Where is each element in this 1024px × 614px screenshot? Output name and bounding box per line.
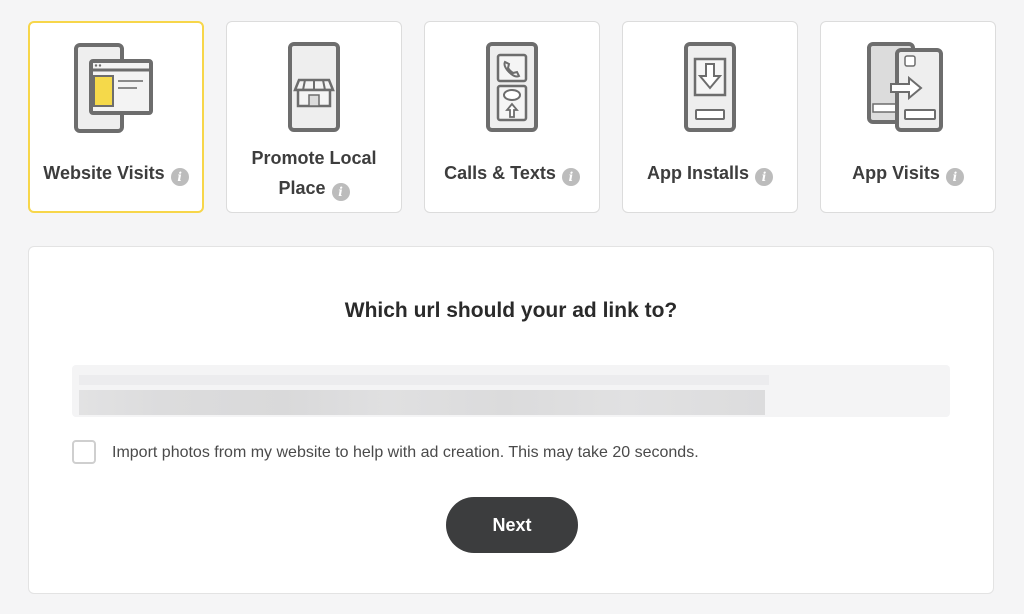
- url-question: Which url should your ad link to?: [344, 299, 678, 322]
- objective-label: Promote Local Place: [251, 148, 377, 198]
- objective-label: Calls & Texts: [444, 163, 556, 183]
- app-visits-icon: [821, 42, 995, 134]
- website-visits-icon: [30, 43, 202, 135]
- info-icon[interactable]: i: [170, 168, 189, 186]
- info-icon[interactable]: i: [945, 168, 964, 186]
- url-panel: Which url should your ad link to? Import…: [28, 246, 994, 594]
- url-redacted-text: [79, 390, 765, 415]
- info-icon[interactable]: i: [331, 183, 350, 201]
- import-photos-label: Import photos from my website to help wi…: [112, 444, 699, 461]
- objective-label: Website Visits: [43, 163, 165, 183]
- objective-card-app-installs[interactable]: App Installs i: [622, 21, 798, 213]
- next-button[interactable]: Next: [446, 497, 578, 553]
- calls-texts-icon: [425, 42, 599, 134]
- info-icon[interactable]: i: [561, 168, 580, 186]
- objective-card-website-visits[interactable]: Website Visits i: [28, 21, 204, 213]
- objective-card-promote-local-place[interactable]: Promote Local Place i: [226, 21, 402, 213]
- import-photos-checkbox[interactable]: [72, 440, 96, 464]
- local-place-icon: [227, 42, 401, 134]
- app-installs-icon: [623, 42, 797, 134]
- info-icon[interactable]: i: [755, 168, 773, 186]
- objective-card-app-visits[interactable]: App Visits i: [820, 21, 996, 213]
- objective-card-calls-texts[interactable]: Calls & Texts i: [424, 21, 600, 213]
- objective-label: App Visits: [852, 163, 940, 183]
- objective-cards: Website Visits i Promote Local Place i C…: [28, 21, 996, 213]
- url-redacted-text: [79, 375, 769, 385]
- objective-label: App Installs: [646, 163, 749, 183]
